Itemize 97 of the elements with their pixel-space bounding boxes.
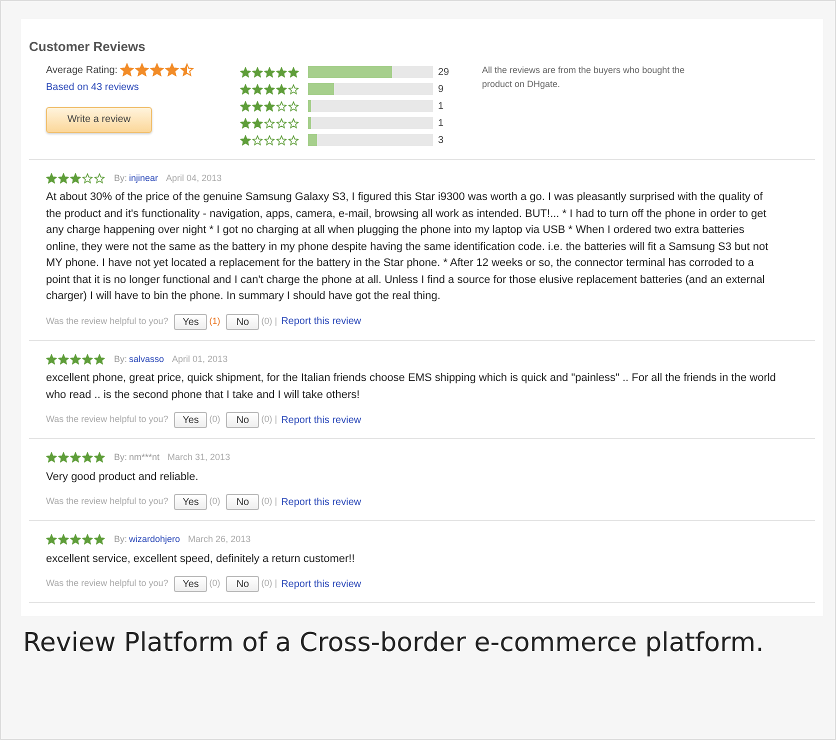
report-link[interactable]: Report this review [281, 576, 362, 592]
by-label: By: [114, 352, 128, 366]
caption: Review Platform of a Cross-border e-commerce platform. [23, 627, 765, 660]
rating-count: 1 [438, 116, 444, 130]
star-icon [240, 100, 251, 112]
reviews-count-link[interactable]: Based on 43 reviews [46, 80, 139, 94]
star-icon [82, 534, 93, 546]
no-button[interactable]: No [226, 314, 260, 330]
empty-star-icon [94, 172, 105, 184]
reviewer-link[interactable]: salvasso [129, 352, 164, 366]
star-icon [46, 452, 57, 464]
star-icon [82, 452, 93, 464]
review-text: excellent phone, great price, quick shipment, for the Italian friends choose EMS shipping which is quick and "painless" .. For all the friends in the world who read .. is the second phone that I take and I will take others! [46, 371, 777, 402]
empty-star-icon [288, 100, 299, 112]
star-icon [58, 172, 69, 184]
star-icon [240, 134, 251, 146]
review-date: April 04, 2013 [166, 172, 222, 185]
star-icon [46, 172, 57, 184]
rating-count: 1 [438, 100, 444, 114]
no-button[interactable]: No [226, 412, 260, 428]
yes-button[interactable]: Yes [174, 412, 208, 428]
star-icon [164, 63, 179, 77]
yes-button[interactable]: Yes [174, 576, 208, 592]
star-icon [82, 354, 93, 365]
reviewer-link[interactable]: injinear [129, 172, 158, 185]
star-icon [120, 63, 134, 77]
no-count: (0) | [261, 413, 278, 426]
star-icon [134, 63, 149, 77]
review-date: April 01, 2013 [172, 352, 228, 366]
star-icon [252, 66, 263, 78]
helpful-question: Was the review helpful to you? [46, 314, 168, 328]
star-icon [70, 534, 81, 546]
average-rating-label: Average Rating: [46, 64, 118, 78]
star-icon [94, 354, 105, 365]
review-text: Very good product and reliable. [46, 470, 200, 484]
rating-count: 29 [438, 66, 450, 80]
star-icon [46, 534, 57, 546]
star-icon [58, 534, 69, 546]
star-icon [70, 172, 81, 184]
no-count: (0) | [261, 314, 278, 328]
review-text: excellent service, excellent speed, definitely a return customer!! [46, 552, 356, 566]
section-title: Customer Reviews [29, 38, 146, 56]
reviewer-name: nm***nt [129, 451, 160, 464]
helpful-question: Was the review helpful to you? [46, 413, 168, 426]
star-icon [288, 66, 299, 78]
half-star-icon [180, 63, 194, 77]
yes-count: (0) [209, 413, 220, 426]
helpful-question: Was the review helpful to you? [46, 577, 168, 590]
star-icon [276, 84, 287, 94]
star-icon [240, 118, 251, 128]
empty-star-icon [276, 118, 287, 128]
yes-button[interactable]: Yes [174, 314, 208, 330]
report-link[interactable]: Report this review [281, 412, 362, 428]
rating-count: 9 [438, 82, 444, 96]
empty-star-icon [264, 134, 275, 146]
yes-count: (0) [209, 577, 220, 590]
by-label: By: [114, 533, 128, 546]
yes-button[interactable]: Yes [174, 494, 208, 510]
no-button[interactable]: No [226, 494, 260, 510]
report-link[interactable]: Report this review [281, 494, 362, 510]
star-icon [264, 100, 275, 112]
star-icon [240, 66, 251, 78]
star-icon [94, 534, 105, 546]
reviews-note: All the reviews are from the buyers who bought the product on DHgate. [482, 64, 686, 91]
star-icon [252, 84, 263, 94]
star-icon [240, 84, 251, 94]
review-date: March 26, 2013 [188, 533, 251, 546]
review-date: March 31, 2013 [168, 451, 230, 464]
star-icon [58, 354, 69, 365]
by-label: By: [114, 451, 128, 464]
reviewer-link[interactable]: wizardohjero [129, 533, 180, 546]
empty-star-icon [288, 134, 299, 146]
yes-count: (1) [209, 314, 220, 328]
write-review-button[interactable]: Write a review [46, 106, 152, 132]
yes-count: (0) [209, 495, 220, 508]
star-icon [264, 84, 275, 94]
star-icon [94, 452, 105, 464]
star-icon [264, 66, 275, 78]
by-label: By: [114, 172, 128, 185]
no-button[interactable]: No [226, 576, 260, 592]
star-icon [46, 354, 57, 365]
star-icon [58, 452, 69, 464]
star-icon [276, 66, 287, 78]
star-icon [252, 100, 263, 112]
star-icon [252, 118, 263, 128]
star-icon [150, 63, 164, 77]
empty-star-icon [276, 134, 287, 146]
empty-star-icon [82, 172, 93, 184]
star-icon [70, 452, 81, 464]
rating-count: 3 [438, 134, 444, 148]
no-count: (0) | [261, 495, 278, 508]
empty-star-icon [288, 118, 299, 128]
no-count: (0) | [261, 577, 278, 590]
report-link[interactable]: Report this review [281, 314, 362, 329]
star-icon [70, 354, 81, 365]
review-text: At about 30% of the price of the genuine Samsung Galaxy S3, I figured this Star i9300 was worth a go. I was pleasantly surprised with the quality of the product and it's functionality - navigation, apps, camera, e-mail, browsing all work as intended. BUT!... * I had to turn off the phone in order to get any charge happening over night * I got no charging at all when plugging the phone into my laptop via USB * When I ordered two extra batteries online, they were not the same as the battery in my phone despite having the same identification code. i.e. the batteries will fit a Samsung S3 but not MY phone. I have not yet located a replacement for the battery in the Star phone. * After 12 weeks or so, the connector terminal has corroded to a point that it is no longer functional and I can't charge the phone at all. Unless I find a source for those elusive replacement batteries (and an external charger) I will have to bin the phone. In summary I should have got the real thing. [46, 190, 770, 304]
helpful-question: Was the review helpful to you? [46, 495, 168, 508]
